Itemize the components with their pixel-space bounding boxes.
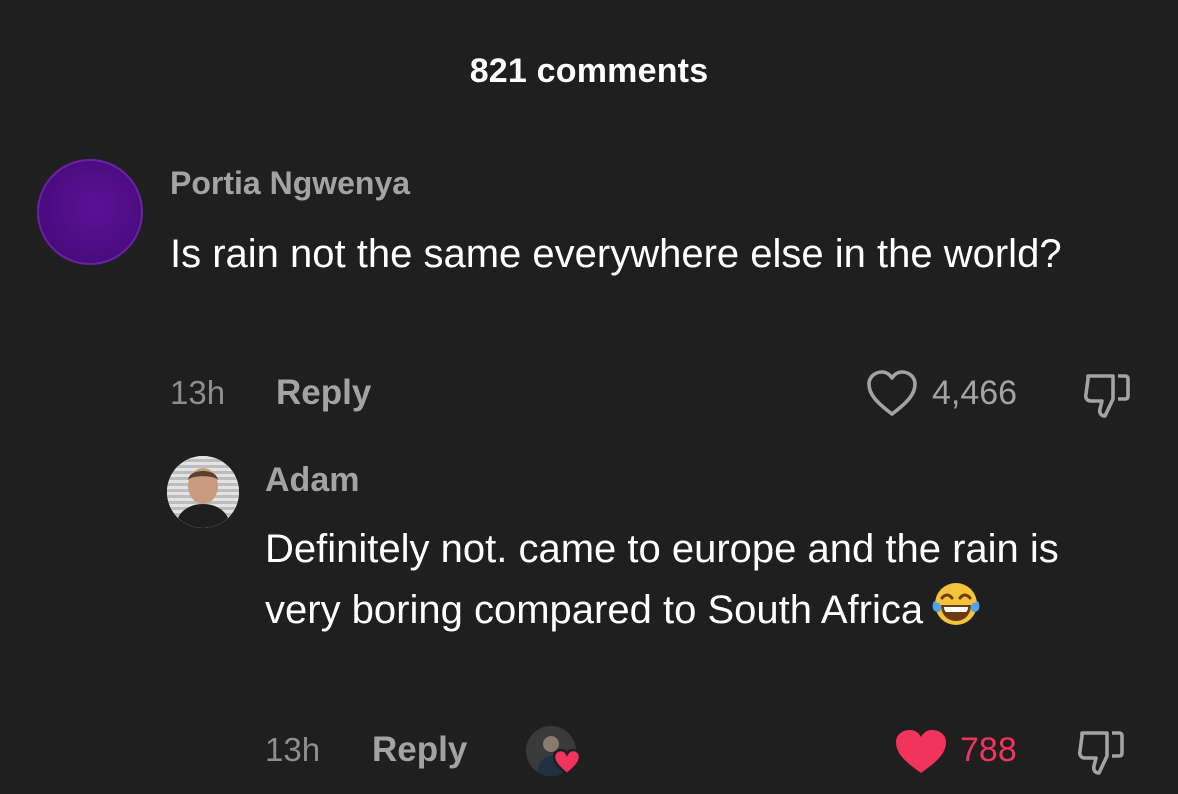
creator-liked-heart-icon [552, 748, 582, 776]
heart-filled-icon[interactable] [894, 728, 948, 776]
avatar[interactable] [167, 456, 239, 528]
face-with-tears-of-joy-icon [931, 579, 981, 629]
heart-outline-icon[interactable] [866, 370, 918, 418]
reply-author[interactable]: Adam [265, 461, 359, 500]
comment-text: Is rain not the same everywhere else in … [170, 232, 1062, 276]
comments-count-title: 821 comments [469, 52, 709, 90]
like-count: 4,466 [932, 374, 1018, 412]
reply-text: Definitely not. came to europe and the r… [265, 520, 1125, 640]
thumbs-down-icon[interactable] [1076, 727, 1126, 777]
thumbs-down-icon[interactable] [1082, 370, 1132, 420]
comment-timestamp: 13h [170, 374, 226, 411]
reply-button[interactable]: Reply [372, 730, 467, 770]
comment-author[interactable]: Portia Ngwenya [170, 165, 410, 202]
avatar[interactable] [37, 159, 143, 265]
reply-timestamp: 13h [265, 731, 321, 768]
reply-button[interactable]: Reply [276, 373, 371, 413]
like-count: 788 [960, 731, 1017, 769]
